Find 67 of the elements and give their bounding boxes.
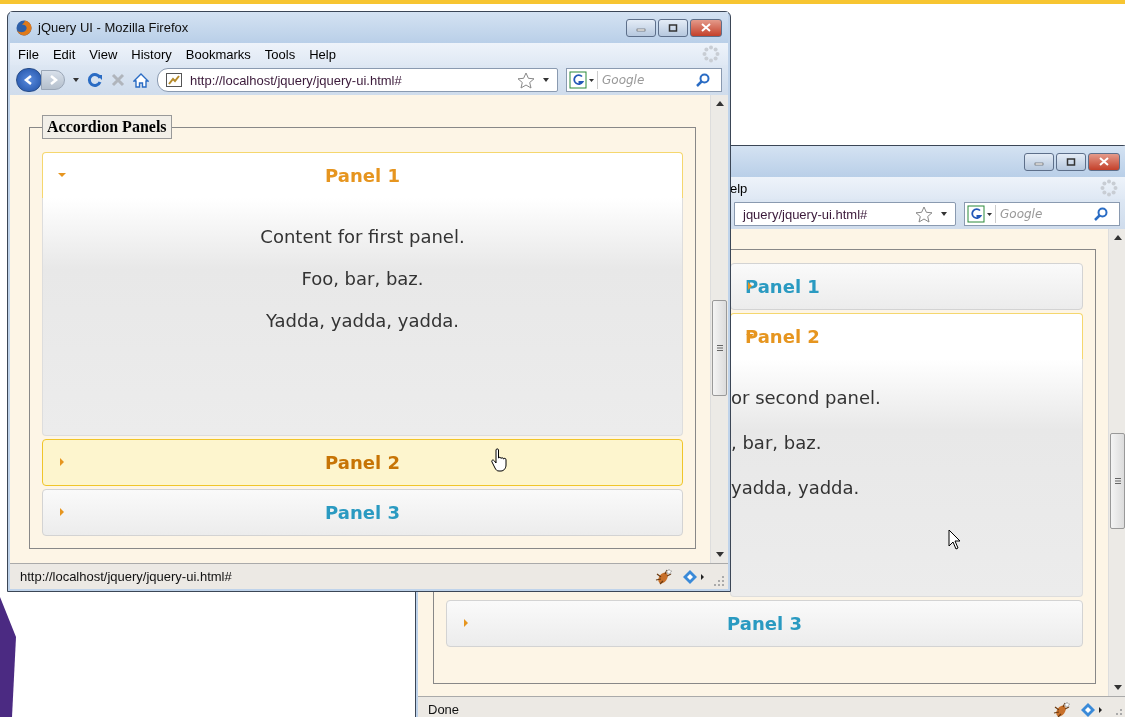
fieldset-legend: Accordion Panels — [42, 115, 172, 139]
star-icon[interactable] — [915, 205, 933, 223]
address-field[interactable]: jquery/jquery-ui.html# — [734, 202, 956, 226]
menu-item[interactable]: Edit — [52, 46, 76, 62]
menu-item[interactable]: File — [18, 46, 39, 62]
panel-text: Content for first panel. — [259, 226, 466, 247]
arrow-cursor-icon — [948, 529, 961, 550]
dropdown-caret-icon[interactable] — [73, 78, 79, 82]
hand-cursor-icon — [491, 448, 509, 472]
scroll-thumb[interactable] — [1110, 433, 1125, 529]
bug-icon[interactable] — [1052, 700, 1072, 717]
star-icon[interactable] — [517, 71, 535, 89]
minimize-button[interactable] — [626, 18, 656, 37]
maximize-button[interactable] — [1056, 152, 1086, 171]
grip-icon — [716, 345, 723, 351]
dropdown-caret-icon[interactable] — [543, 78, 549, 82]
menu-item[interactable]: History — [131, 46, 172, 62]
close-button[interactable] — [1088, 152, 1120, 171]
scrollbar[interactable] — [1108, 229, 1125, 696]
search-engine-icon[interactable] — [567, 71, 598, 89]
scroll-up-icon[interactable] — [1113, 235, 1122, 240]
minimize-button[interactable] — [1024, 152, 1054, 171]
bug-icon[interactable] — [654, 567, 674, 586]
addon-icon[interactable] — [1080, 701, 1104, 717]
scroll-down-icon[interactable] — [715, 552, 724, 557]
close-button[interactable] — [690, 18, 722, 37]
close-icon — [701, 23, 711, 32]
resize-grip-icon[interactable] — [714, 576, 724, 586]
back-button[interactable] — [16, 68, 42, 92]
scrollbar[interactable] — [710, 95, 728, 563]
search-field[interactable]: Google — [964, 202, 1120, 226]
reload-icon[interactable] — [87, 72, 103, 88]
grip-icon — [1114, 478, 1121, 484]
close-icon — [1099, 157, 1109, 166]
maximize-icon — [668, 23, 678, 32]
panel-text: yadda, yadda. — [731, 477, 861, 498]
menu-item[interactable]: Bookmarks — [185, 46, 251, 62]
maximize-icon — [1066, 157, 1076, 166]
menu-item[interactable]: View — [89, 46, 118, 62]
menu-item[interactable]: Help — [309, 46, 336, 62]
addon-icon[interactable] — [682, 568, 706, 585]
panel-text: Foo, bar, baz. — [300, 268, 425, 289]
maximize-button[interactable] — [658, 18, 688, 37]
throbber-icon — [702, 45, 720, 63]
status-text: Done — [428, 702, 461, 717]
search-engine-icon[interactable] — [965, 205, 996, 223]
menu-item[interactable]: Tools — [264, 46, 296, 62]
search-input[interactable]: Google — [998, 206, 1092, 222]
search-icon[interactable] — [696, 73, 710, 87]
status-text: http://localhost/jquery/jquery-ui.html# — [20, 569, 233, 584]
panel-text: or second panel. — [731, 387, 882, 408]
dropdown-caret-icon[interactable] — [941, 212, 947, 216]
page-icon — [166, 73, 182, 87]
scroll-up-icon[interactable] — [715, 101, 724, 106]
panel-text: Yadda, yadda, yadda. — [264, 310, 461, 331]
search-field[interactable]: Google — [566, 68, 722, 92]
panel-text: , bar, baz. — [731, 432, 823, 453]
throbber-icon — [1100, 179, 1118, 197]
window-title: jQuery UI - Mozilla Firefox — [38, 20, 189, 35]
scroll-thumb[interactable] — [712, 300, 727, 396]
home-icon[interactable] — [133, 72, 149, 88]
firefox-logo-icon — [16, 19, 32, 36]
scroll-down-icon[interactable] — [1113, 685, 1122, 690]
search-icon[interactable] — [1094, 207, 1108, 221]
menu-item[interactable]: elp — [730, 180, 748, 196]
address-field[interactable]: http://localhost/jquery/jquery-ui.html# — [157, 68, 558, 92]
search-input[interactable]: Google — [600, 72, 694, 88]
